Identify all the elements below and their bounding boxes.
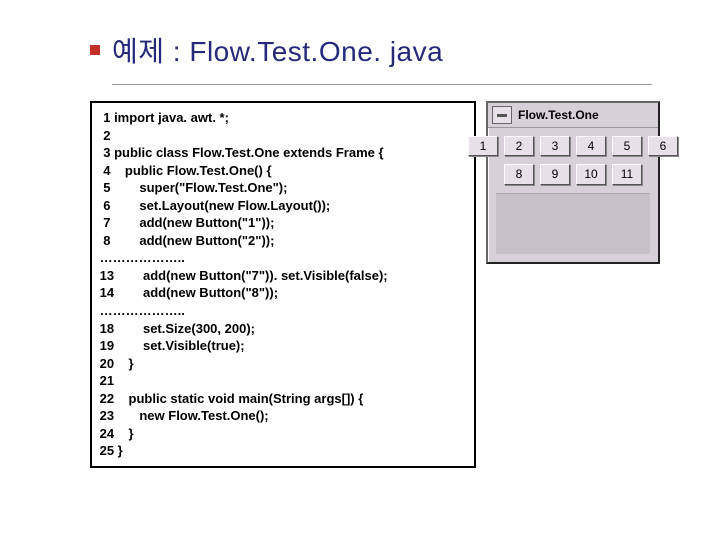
code-line: 3 public class Flow.Test.One extends Fra… [96,144,466,162]
button-1[interactable]: 1 [468,136,498,156]
slide-title: 예제 : Flow.Test.One. java [112,30,443,70]
code-line: 5 super("Flow.Test.One"); [96,179,466,197]
sample-window: Flow.Test.One 1 2 3 4 5 6 8 9 10 11 [486,101,660,264]
code-line: 1 import java. awt. *; [96,109,466,127]
code-line: 4 public Flow.Test.One() { [96,162,466,180]
button-4[interactable]: 4 [576,136,606,156]
button-2[interactable]: 2 [504,136,534,156]
code-line: ……………….. [96,249,466,267]
code-line: 20 } [96,355,466,373]
code-line: 14 add(new Button("8")); [96,284,466,302]
code-line: 13 add(new Button("7")). set.Visible(fal… [96,267,466,285]
code-line: ……………….. [96,302,466,320]
code-line: 23 new Flow.Test.One(); [96,407,466,425]
button-11[interactable]: 11 [612,164,642,184]
code-line: 8 add(new Button("2")); [96,232,466,250]
window-title: Flow.Test.One [518,108,599,122]
code-line: 18 set.Size(300, 200); [96,320,466,338]
button-6[interactable]: 6 [648,136,678,156]
window-client: 1 2 3 4 5 6 8 9 10 11 [488,127,658,262]
code-line: 19 set.Visible(true); [96,337,466,355]
code-line: 2 [96,127,466,145]
title-bullet [90,45,100,55]
button-row-1: 1 2 3 4 5 6 [496,136,650,156]
window-titlebar: Flow.Test.One [488,103,658,127]
code-line: 25 } [96,442,466,460]
code-line: 24 } [96,425,466,443]
button-10[interactable]: 10 [576,164,606,184]
code-line: 22 public static void main(String args[]… [96,390,466,408]
code-line: 7 add(new Button("1")); [96,214,466,232]
button-5[interactable]: 5 [612,136,642,156]
button-9[interactable]: 9 [540,164,570,184]
button-row-2: 8 9 10 11 [496,164,650,184]
button-3[interactable]: 3 [540,136,570,156]
title-underline [112,84,652,85]
code-line: 6 set.Layout(new Flow.Layout()); [96,197,466,215]
button-8[interactable]: 8 [504,164,534,184]
window-lower-area [496,193,650,254]
code-box: 1 import java. awt. *; 2 3 public class … [90,101,476,468]
system-menu-icon[interactable] [492,106,512,124]
code-line: 21 [96,372,466,390]
